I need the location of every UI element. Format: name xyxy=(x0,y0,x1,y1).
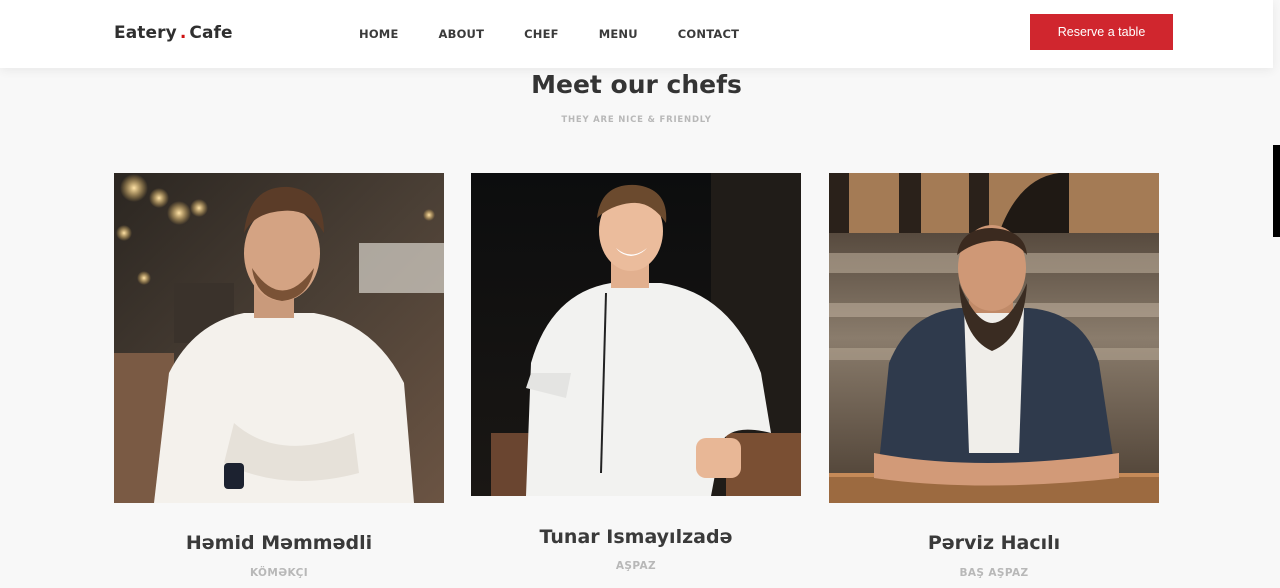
chef-role-3: BAŞ AŞPAZ xyxy=(959,567,1029,579)
nav-menu[interactable]: MENU xyxy=(599,27,638,41)
section-title: Meet our chefs xyxy=(531,70,742,99)
chef-role-1: KÖMƏKÇI xyxy=(249,567,309,579)
chef-name-1: Həmid Məmmədli xyxy=(185,532,373,554)
section-subtitle: THEY ARE NICE & FRIENDLY xyxy=(561,115,712,125)
logo-sub: Cafe xyxy=(189,23,233,43)
chef-name-2: Tunar Ismayılzadə xyxy=(539,526,733,548)
chef-photo-1 xyxy=(114,173,444,503)
site-header: Eatery. Cafe HOME ABOUT CHEF MENU CONTACT… xyxy=(0,0,1273,68)
site-logo[interactable]: Eatery. Cafe xyxy=(114,23,233,43)
nav-about[interactable]: ABOUT xyxy=(439,27,485,41)
main-nav: HOME ABOUT CHEF MENU CONTACT xyxy=(359,27,779,41)
logo-main: Eatery xyxy=(114,23,177,43)
nav-home[interactable]: HOME xyxy=(359,27,399,41)
logo-dot: . xyxy=(179,23,187,43)
scrollbar-track[interactable] xyxy=(1273,0,1280,588)
chef-role-2: AŞPAZ xyxy=(615,560,657,572)
scrollbar-thumb[interactable] xyxy=(1273,145,1280,237)
nav-chef[interactable]: CHEF xyxy=(524,27,559,41)
chef-photo-3 xyxy=(829,173,1159,503)
nav-contact[interactable]: CONTACT xyxy=(678,27,739,41)
chef-photo-2 xyxy=(471,173,801,496)
reserve-table-button[interactable]: Reserve a table xyxy=(1030,14,1173,50)
chef-name-3: Pərviz Hacılı xyxy=(927,532,1061,554)
